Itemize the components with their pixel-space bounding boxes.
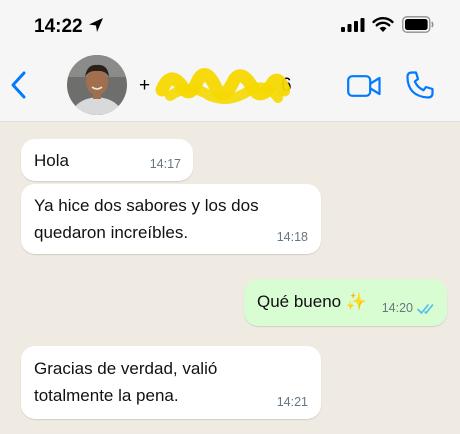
- status-time: 14:22: [34, 16, 83, 37]
- avatar[interactable]: [67, 55, 127, 115]
- message-bubble-incoming[interactable]: Hola 14:17: [21, 139, 193, 181]
- location-arrow-icon: [89, 18, 103, 32]
- message-text: Ya hice dos sabores y los dos quedaron i…: [34, 196, 259, 242]
- contact-name-prefix[interactable]: +: [139, 75, 150, 97]
- message-bubble-outgoing[interactable]: Qué bueno ✨ 14:20: [244, 279, 447, 326]
- battery-icon: [402, 16, 434, 33]
- message-time: 14:20: [381, 301, 413, 315]
- message-bubble-incoming[interactable]: Ya hice dos sabores y los dos quedaron i…: [21, 184, 321, 254]
- message-time: 14:17: [149, 157, 181, 171]
- chat-header: + 6: [0, 50, 460, 122]
- redaction-scribble: [155, 68, 290, 104]
- message-bubble-incoming[interactable]: Gracias de verdad, valió totalmente la p…: [21, 346, 321, 419]
- message-text: Qué bueno ✨: [257, 292, 368, 311]
- video-call-icon[interactable]: [347, 75, 381, 97]
- message-text: Hola: [34, 151, 69, 170]
- message-time: 14:21: [276, 395, 308, 409]
- back-chevron-icon[interactable]: [8, 70, 30, 100]
- message-list[interactable]: Hola 14:17 Ya hice dos sabores y los dos…: [0, 122, 460, 434]
- signal-icon: [341, 18, 365, 32]
- double-check-icon: [417, 304, 434, 314]
- wifi-icon: [372, 17, 394, 32]
- message-text: Gracias de verdad, valió totalmente la p…: [34, 359, 218, 405]
- status-bar: 14:22: [0, 0, 460, 50]
- message-time: 14:18: [276, 230, 308, 244]
- phone-call-icon[interactable]: [405, 70, 435, 100]
